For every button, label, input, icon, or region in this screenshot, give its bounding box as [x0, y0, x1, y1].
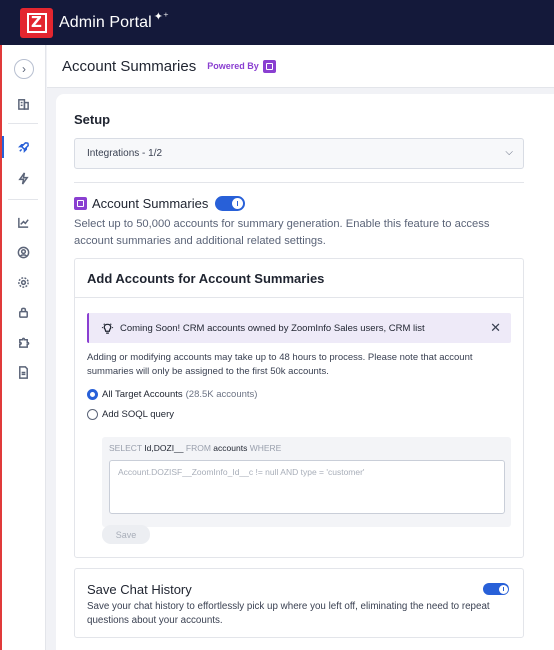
copilot-icon — [74, 197, 87, 210]
soql-from-keyword: FROM — [185, 443, 211, 453]
setup-title: Setup — [74, 112, 111, 127]
coming-soon-banner: Coming Soon! CRM accounts owned by ZoomI… — [87, 313, 511, 343]
soql-select-keyword: SELECT — [109, 443, 142, 453]
radio-selected[interactable] — [87, 389, 98, 400]
account-summaries-toggle[interactable] — [215, 196, 246, 211]
soql-where-keyword: WHERE — [249, 443, 282, 453]
lock-icon[interactable] — [0, 301, 46, 323]
add-accounts-title: Add Accounts for Account Summaries — [87, 271, 325, 286]
chat-history-toggle[interactable] — [483, 583, 509, 595]
divider — [74, 182, 524, 183]
processing-note: Adding or modifying accounts may take up… — [87, 352, 473, 377]
rocket-icon[interactable] — [0, 136, 46, 158]
divider — [75, 297, 523, 298]
sparkle-icon: ✦⁺ — [153, 11, 169, 23]
radio-unselected[interactable] — [87, 409, 98, 420]
add-soql-option[interactable]: Add SOQL query — [87, 409, 174, 420]
user-circle-icon[interactable] — [0, 241, 46, 263]
copilot-icon — [262, 59, 276, 73]
content-panel: Setup Integrations - 1/2 ⌵ Account Summa… — [56, 94, 554, 650]
building-icon[interactable] — [0, 92, 46, 114]
select-value: Integrations - 1/2 — [87, 148, 163, 159]
all-target-accounts-label: All Target Accounts — [102, 389, 183, 400]
account-summaries-row: Account Summaries — [74, 196, 246, 211]
close-icon[interactable]: ✕ — [490, 320, 501, 336]
document-icon[interactable] — [0, 361, 46, 383]
bolt-icon[interactable] — [0, 167, 46, 189]
page-header: Account Summaries Powered By — [47, 45, 554, 88]
account-summaries-description: Select up to 50,000 accounts for summary… — [74, 218, 490, 247]
chart-icon[interactable] — [0, 211, 46, 233]
integrations-select[interactable]: Integrations - 1/2 ⌵ — [74, 138, 524, 169]
soql-query-box: SELECT Id,DOZI__ FROM accounts WHERE Acc… — [102, 437, 511, 527]
all-target-accounts-option[interactable]: All Target Accounts (28.5K accounts) — [87, 389, 257, 400]
sidebar: › — [0, 45, 46, 650]
sidebar-divider — [8, 123, 38, 124]
page-title: Account Summaries — [62, 57, 197, 75]
chat-history-description: Save your chat history to effortlessly p… — [87, 601, 490, 626]
target-accounts-count: (28.5K accounts) — [185, 389, 258, 400]
gear-icon[interactable] — [0, 271, 46, 293]
add-accounts-card: Add Accounts for Account Summaries Comin… — [74, 258, 524, 558]
chevron-down-icon: ⌵ — [505, 147, 513, 158]
soql-fields: Id,DOZI__ — [144, 443, 184, 453]
zoominfo-logo-icon[interactable]: Z — [20, 7, 53, 38]
chat-history-card: Save Chat History Save your chat history… — [74, 568, 524, 638]
banner-text: Coming Soon! CRM accounts owned by ZoomI… — [120, 322, 425, 334]
puzzle-icon[interactable] — [0, 331, 46, 353]
soql-statement: SELECT Id,DOZI__ FROM accounts WHERE — [109, 443, 281, 453]
top-bar: Z Admin Portal ✦⁺ — [0, 0, 554, 45]
soql-object: accounts — [213, 443, 248, 453]
add-soql-label: Add SOQL query — [102, 409, 174, 420]
save-button[interactable]: Save — [102, 525, 150, 544]
soql-where-input[interactable]: Account.DOZISF__ZoomInfo_Id__c != null A… — [109, 460, 505, 514]
app-title: Admin Portal — [59, 13, 152, 31]
account-summaries-label: Account Summaries — [92, 196, 209, 211]
lightbulb-icon — [101, 322, 114, 334]
chat-history-title: Save Chat History — [87, 582, 192, 597]
sidebar-divider — [8, 199, 38, 200]
expand-sidebar-button[interactable]: › — [14, 59, 34, 79]
powered-by-label: Powered By — [207, 61, 259, 71]
